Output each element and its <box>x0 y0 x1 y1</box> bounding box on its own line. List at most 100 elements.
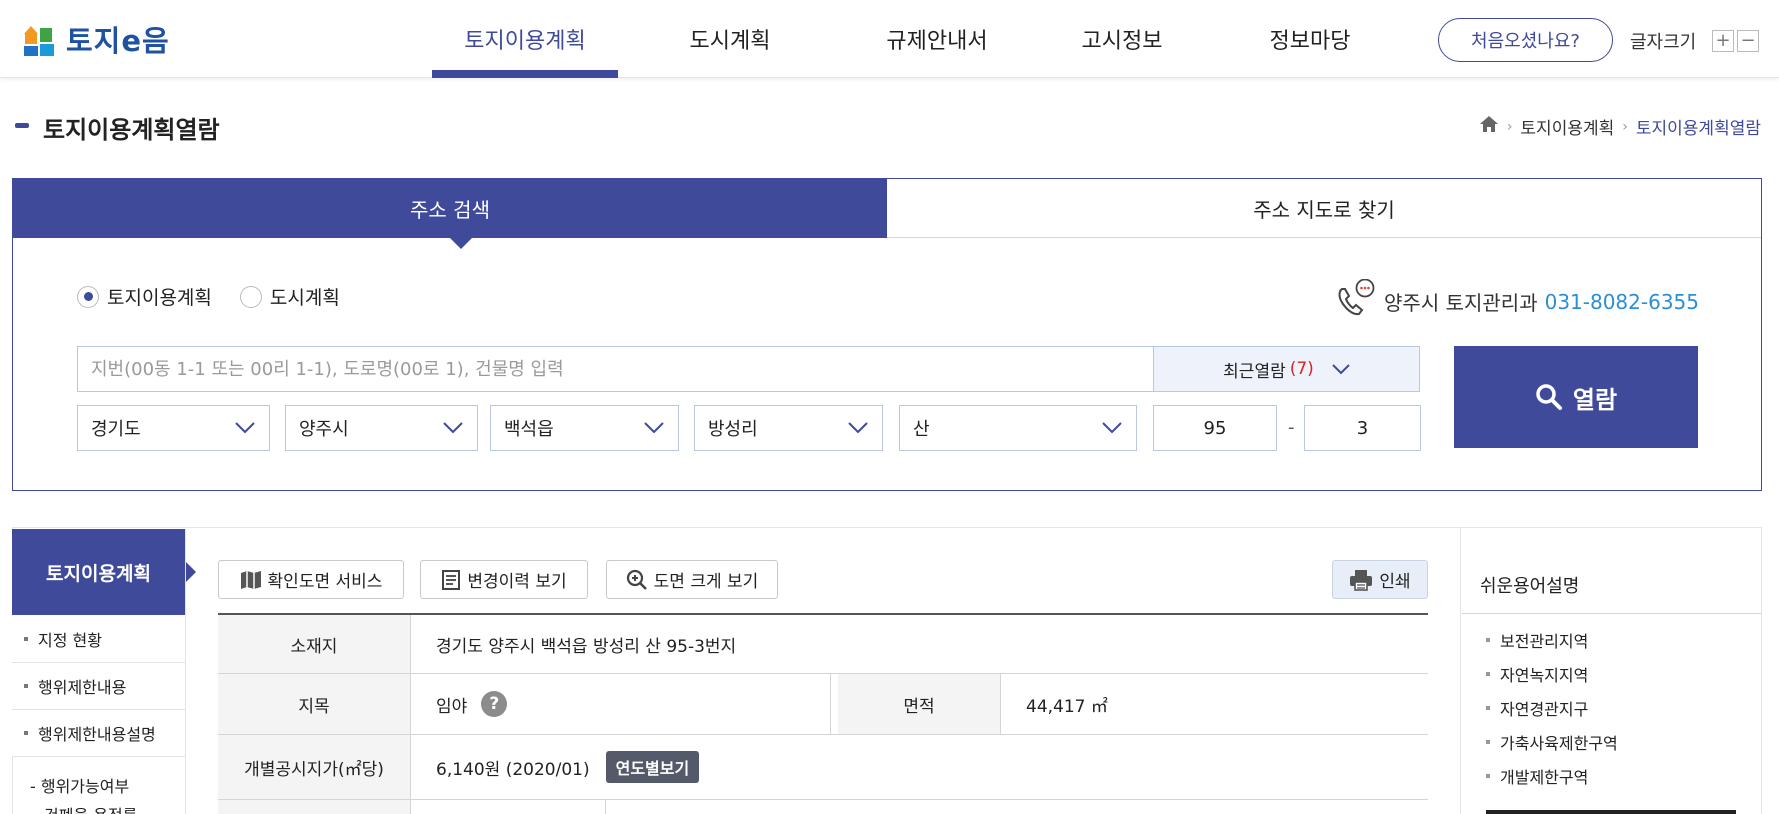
change-history-label: 변경이력 보기 <box>467 572 567 592</box>
home-icon[interactable] <box>1479 115 1499 138</box>
phone-chat-icon <box>1334 278 1378 324</box>
term-natural-green-area[interactable]: 자연녹지지역 <box>1486 662 1588 686</box>
tab-address-search[interactable]: 주소 검색 <box>13 179 887 238</box>
confirm-map-label: 확인도면 서비스 <box>267 572 383 592</box>
chevron-down-icon <box>1332 363 1350 375</box>
menu-info-plaza[interactable]: 정보마당 <box>1240 0 1380 78</box>
lnb-item-restriction-desc[interactable]: 행위제한내용설명 <box>12 710 185 757</box>
address-search-input[interactable] <box>77 346 1154 392</box>
plan-type-radio-group: 토지이용계획 도시계획 <box>77 283 368 310</box>
chevron-down-icon <box>1102 418 1122 439</box>
sub-lot-number-input[interactable]: 3 <box>1304 405 1421 451</box>
recent-views-count: (7) <box>1289 359 1314 379</box>
font-increase-button[interactable]: + <box>1712 30 1734 52</box>
term-development-restriction-zone[interactable]: 개발제한구역 <box>1486 764 1588 788</box>
town-select-value: 백석읍 <box>504 419 554 440</box>
term-label: 개발제한구역 <box>1500 768 1589 787</box>
enlarge-map-label: 도면 크게 보기 <box>653 572 759 592</box>
term-conservation-area[interactable]: 보전관리지역 <box>1486 628 1588 652</box>
village-select[interactable]: 방성리 <box>694 405 883 451</box>
lnb-item-label: 행위제한내용 <box>38 678 127 697</box>
lnb-subitem-permission[interactable]: - 행위가능여부 <box>30 773 129 797</box>
title-marker <box>15 123 29 128</box>
radio-urban-plan-label[interactable]: 도시계획 <box>270 283 340 310</box>
lot-number-dash: - <box>1288 417 1295 438</box>
province-select-value: 경기도 <box>91 419 141 440</box>
land-type-select[interactable]: 산 <box>899 405 1137 451</box>
menu-urban-plan[interactable]: 도시계획 <box>660 0 800 78</box>
terms-divider <box>1462 613 1762 614</box>
bullet-icon <box>24 637 28 641</box>
bullet-icon <box>1486 774 1490 778</box>
search-icon <box>1535 383 1563 411</box>
location-value: 경기도 양주시 백석읍 방성리 산 95-3번지 <box>436 636 737 657</box>
breadcrumb-separator-icon: › <box>1622 118 1628 135</box>
chevron-down-icon <box>235 418 255 439</box>
town-select[interactable]: 백석읍 <box>490 405 679 451</box>
yearly-view-button[interactable]: 연도별보기 <box>605 751 700 783</box>
lnb-item-restrictions[interactable]: 행위제한내용 <box>12 663 185 710</box>
land-category-value: 임야 <box>436 696 468 717</box>
printer-icon <box>1349 569 1379 591</box>
main-lot-number-input[interactable]: 95 <box>1153 405 1277 451</box>
land-type-select-value: 산 <box>913 419 930 440</box>
font-decrease-button[interactable]: − <box>1737 30 1759 52</box>
radio-land-use-label[interactable]: 토지이용계획 <box>107 283 212 310</box>
land-info-table: 소재지 경기도 양주시 백석읍 방성리 산 95-3번지 지목 임야 ? 면적 … <box>218 613 1428 814</box>
bullet-icon <box>1486 706 1490 710</box>
chevron-down-icon <box>443 418 463 439</box>
land-price-value: 6,140원 (2020/01) <box>436 759 590 780</box>
village-select-value: 방성리 <box>708 419 758 440</box>
table-row: 개별공시지가(㎡당) 6,140원 (2020/01) 연도별보기 <box>218 735 1428 800</box>
radio-land-use[interactable] <box>77 285 99 308</box>
lnb-item-label: 행위제한내용설명 <box>38 725 156 744</box>
term-label: 자연녹지지역 <box>1500 666 1589 685</box>
area-value: 44,417 ㎡ <box>1026 696 1108 717</box>
menu-regulation-guide[interactable]: 규제안내서 <box>862 0 1012 78</box>
city-select[interactable]: 양주시 <box>285 405 478 451</box>
menu-land-use-plan[interactable]: 토지이용계획 <box>432 0 618 78</box>
term-label: 보전관리지역 <box>1500 632 1589 651</box>
table-row <box>218 800 1428 814</box>
land-price-cell: 6,140원 (2020/01) 연도별보기 <box>411 735 1428 799</box>
confirm-map-button[interactable]: 확인도면 서비스 <box>218 560 404 599</box>
first-visit-button[interactable]: 처음오셨나요? <box>1438 18 1613 62</box>
table-cell <box>411 800 606 814</box>
table-cell-header <box>218 800 411 814</box>
logo-text: 토지e음 <box>66 24 170 58</box>
chevron-down-icon <box>848 418 868 439</box>
enlarge-map-button[interactable]: 도면 크게 보기 <box>606 560 778 599</box>
lnb-subitem-coverage[interactable]: 건폐율·용적률 <box>44 802 137 814</box>
term-label: 자연경관지구 <box>1500 700 1589 719</box>
lnb-item-label: 지정 현황 <box>38 631 102 650</box>
menu-notice-info[interactable]: 고시정보 <box>1052 0 1192 78</box>
active-tab-pointer <box>450 238 472 249</box>
view-button[interactable]: 열람 <box>1454 346 1698 448</box>
lnb-pointer <box>185 561 196 583</box>
term-natural-scenic-district[interactable]: 자연경관지구 <box>1486 696 1588 720</box>
lnb-item-designation[interactable]: 지정 현황 <box>12 616 185 663</box>
breadcrumb-item[interactable]: 토지이용계획 <box>1520 114 1614 139</box>
search-panel: 주소 검색 주소 지도로 찾기 토지이용계획 도시계획 양주시 토지관리과 03… <box>12 178 1762 491</box>
recent-views-dropdown[interactable]: 최근열람 (7) <box>1153 346 1420 392</box>
print-button[interactable]: 인쇄 <box>1332 560 1428 599</box>
lnb-divider <box>185 529 186 814</box>
bullet-icon <box>24 684 28 688</box>
province-select[interactable]: 경기도 <box>77 405 270 451</box>
breadcrumb-current[interactable]: 토지이용계획열람 <box>1636 114 1761 139</box>
radio-urban-plan[interactable] <box>239 285 262 308</box>
page-title: 토지이용계획열람 <box>43 116 220 144</box>
contact-phone[interactable]: 031-8082-6355 <box>1545 290 1699 314</box>
land-category-label: 지목 <box>218 674 411 734</box>
active-menu-indicator <box>432 70 618 78</box>
site-logo[interactable]: 토지e음 <box>22 19 170 59</box>
lnb-title[interactable]: 토지이용계획 <box>12 529 185 615</box>
term-livestock-restriction-zone[interactable]: 가축사육제한구역 <box>1486 730 1618 754</box>
city-select-value: 양주시 <box>299 419 349 440</box>
chevron-down-icon <box>644 418 664 439</box>
change-history-button[interactable]: 변경이력 보기 <box>420 560 588 599</box>
tab-map-search[interactable]: 주소 지도로 찾기 <box>887 179 1761 238</box>
help-icon[interactable]: ? <box>481 691 508 717</box>
bullet-icon <box>1486 672 1490 676</box>
breadcrumb-separator-icon: › <box>1506 118 1513 135</box>
